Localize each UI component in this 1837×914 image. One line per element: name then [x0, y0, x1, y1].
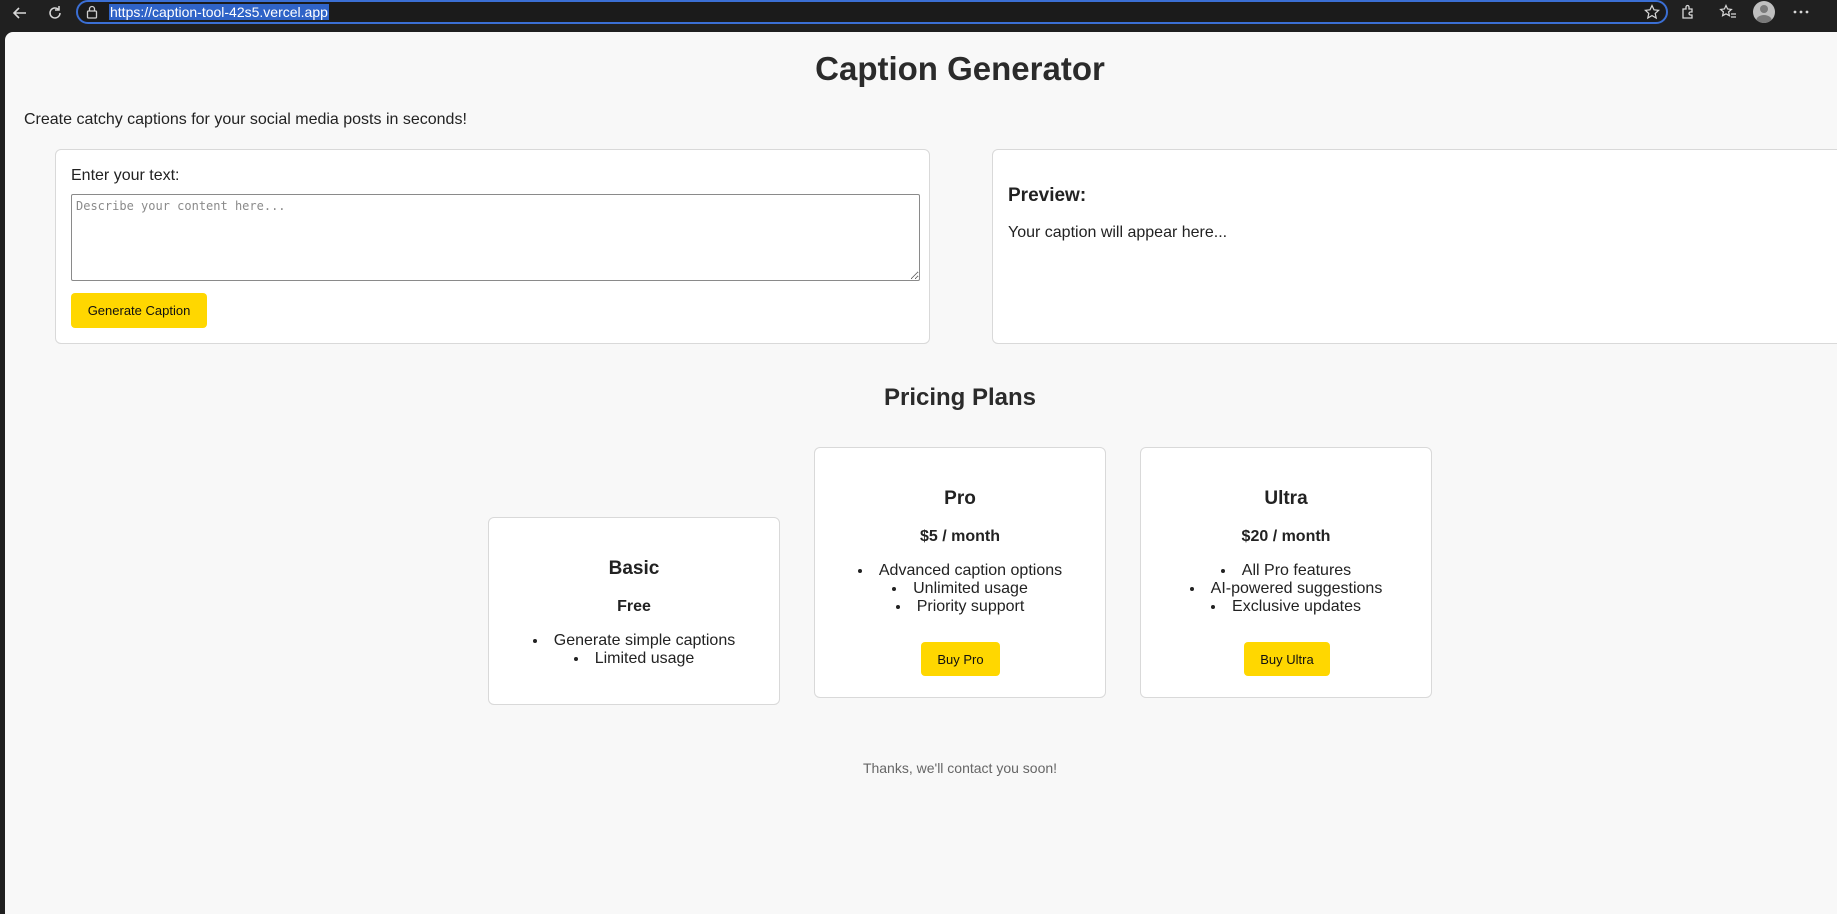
plan-price: Free: [617, 598, 651, 615]
plan-feature: Unlimited usage: [815, 580, 1105, 598]
lock-icon: [86, 5, 98, 24]
tagline: Create catchy captions for your social m…: [24, 111, 467, 128]
buy-pro-button[interactable]: Buy Pro: [921, 642, 1000, 676]
plan-feature: Exclusive updates: [1141, 598, 1431, 616]
back-arrow-icon: [12, 7, 26, 19]
refresh-icon: [49, 6, 61, 19]
plan-feature: All Pro features: [1141, 562, 1431, 580]
confirmation-message: Thanks, we'll contact you soon!: [862, 760, 1058, 776]
preview-text: Your caption will appear here...: [1008, 224, 1228, 241]
plan-name: Ultra: [1264, 488, 1308, 509]
plan-feature: Priority support: [815, 598, 1105, 616]
preview-heading: Preview:: [1008, 185, 1087, 206]
url-text[interactable]: https://caption-tool-42s5.vercel.app: [109, 4, 329, 20]
buy-ultra-button[interactable]: Buy Ultra: [1244, 642, 1330, 676]
caption-input-card: Enter your text: Generate Caption: [55, 149, 930, 344]
address-bar[interactable]: https://caption-tool-42s5.vercel.app: [76, 0, 1668, 24]
extensions-icon[interactable]: [1676, 1, 1700, 23]
plan-card-ultra: Ultra $20 / month All Pro features AI-po…: [1140, 447, 1432, 698]
input-label: Enter your text:: [71, 167, 180, 184]
browser-toolbar: https://caption-tool-42s5.vercel.app: [0, 0, 1837, 30]
more-options-icon[interactable]: [1789, 1, 1813, 23]
star-icon[interactable]: [1644, 4, 1660, 25]
plan-features: Generate simple captions Limited usage: [489, 632, 779, 668]
plan-feature: Limited usage: [489, 650, 779, 668]
plan-price: $20 / month: [1241, 528, 1331, 545]
plan-card-pro: Pro $5 / month Advanced caption options …: [814, 447, 1106, 698]
preview-card: Preview: Your caption will appear here..…: [992, 149, 1837, 344]
caption-textarea[interactable]: [71, 194, 920, 281]
plan-name: Basic: [608, 558, 660, 579]
page-title: Caption Generator: [815, 50, 1105, 87]
plan-name: Pro: [944, 488, 976, 509]
generate-caption-button[interactable]: Generate Caption: [71, 293, 207, 328]
refresh-button[interactable]: [42, 2, 68, 24]
plan-price: $5 / month: [919, 528, 1000, 545]
plan-card-basic: Basic Free Generate simple captions Limi…: [488, 517, 780, 705]
plan-feature: AI-powered suggestions: [1141, 580, 1431, 598]
favorites-icon[interactable]: [1716, 1, 1740, 23]
back-button[interactable]: [7, 2, 33, 24]
profile-avatar[interactable]: [1752, 1, 1776, 23]
plan-features: Advanced caption options Unlimited usage…: [815, 562, 1105, 616]
plan-feature: Generate simple captions: [489, 632, 779, 650]
plan-feature: Advanced caption options: [815, 562, 1105, 580]
page-viewport: Caption Generator Create catchy captions…: [5, 32, 1837, 914]
pricing-heading: Pricing Plans: [883, 384, 1037, 411]
plan-features: All Pro features AI-powered suggestions …: [1141, 562, 1431, 616]
